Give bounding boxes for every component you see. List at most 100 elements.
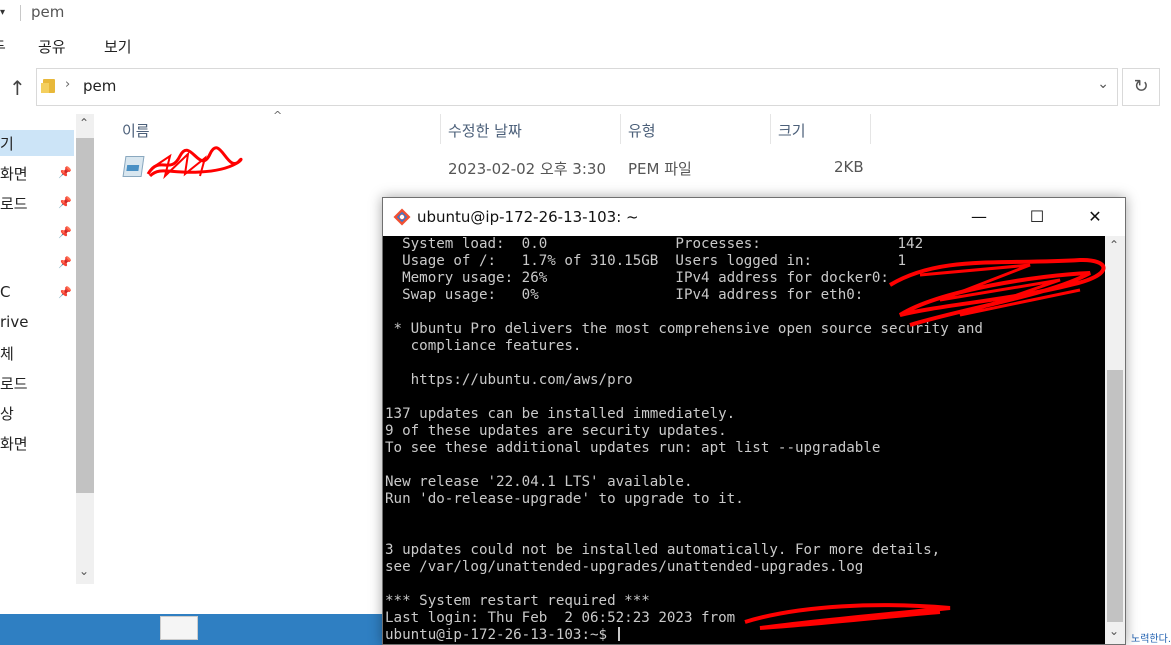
terminal-line: *** System restart required *** [385, 593, 650, 609]
window-title: pem [31, 3, 65, 21]
nav-item[interactable]: 상 [0, 400, 74, 426]
nav-item[interactable]: C 📌 [0, 280, 74, 306]
close-button[interactable]: ✕ [1073, 203, 1117, 231]
explorer-title-bar: ▾ pem [0, 0, 1171, 28]
scroll-down-icon[interactable]: ⌄ [1109, 624, 1119, 638]
terminal-line: Last login: Thu Feb 2 06:52:23 2023 from [385, 610, 736, 626]
column-type[interactable]: 유형 [628, 120, 656, 141]
pin-icon: 📌 [58, 226, 72, 239]
pin-icon: 📌 [58, 166, 72, 179]
nav-item-label: 상 [0, 405, 14, 423]
terminal-line: Memory usage: 26% IPv4 address for docke… [385, 270, 889, 286]
terminal-window[interactable]: ubuntu@ip-172-26-13-103: ~ — ☐ ✕ System … [382, 197, 1126, 645]
up-arrow-icon[interactable]: ↑ [9, 76, 26, 100]
file-size: 2KB [834, 158, 864, 176]
address-dropdown-icon[interactable]: ⌄ [1097, 76, 1109, 92]
text-cursor [617, 627, 620, 641]
address-bar[interactable]: › pem ⌄ [36, 68, 1118, 106]
scroll-up-icon[interactable]: ⌃ [1109, 238, 1119, 252]
file-type: PEM 파일 [628, 160, 692, 178]
navigation-pane: 기 화면 📌 로드 📌 📌 📌 C 📌 rive 체 로드 상 화면 [0, 114, 76, 614]
pin-icon: 📌 [58, 196, 72, 209]
nav-item[interactable]: rive [0, 310, 74, 336]
column-divider[interactable] [440, 114, 441, 144]
terminal-line: System load: 0.0 Processes: 142 [385, 236, 924, 252]
terminal-line: https://ubuntu.com/aws/pro [385, 372, 633, 388]
terminal-line: Swap usage: 0% IPv4 address for eth0: [385, 287, 864, 303]
address-row: ↑ › pem ⌄ ↻ [0, 62, 1171, 114]
terminal-line: 9 of these updates are security updates. [385, 423, 727, 439]
nav-item-label: 로드 [0, 375, 28, 393]
nav-item[interactable]: 화면 📌 [0, 160, 74, 186]
file-list-header: ^ 이름 수정한 날짜 유형 크기 [100, 109, 1171, 144]
column-divider[interactable] [620, 114, 621, 144]
terminal-prompt[interactable]: ubuntu@ip-172-26-13-103:~$ [385, 627, 983, 644]
refresh-icon: ↻ [1133, 76, 1149, 97]
title-separator [20, 5, 21, 21]
terminal-line: 3 updates could not be installed automat… [385, 542, 941, 558]
terminal-line: * Ubuntu Pro delivers the most comprehen… [385, 321, 983, 337]
folder-icon [41, 79, 55, 93]
nav-item-label: 로드 [0, 195, 28, 213]
column-divider[interactable] [770, 114, 771, 144]
nav-item-label: 체 [0, 345, 14, 363]
quick-access-dropdown-icon[interactable]: ▾ [0, 7, 5, 18]
file-row[interactable]: 2023-02-02 오후 3:30 PEM 파일 2KB [100, 152, 1171, 182]
nav-item[interactable]: 체 [0, 340, 74, 366]
prompt-text: ubuntu@ip-172-26-13-103:~$ [385, 627, 616, 643]
column-divider[interactable] [870, 114, 871, 144]
nav-item[interactable]: 📌 [0, 250, 74, 276]
ribbon-tab-view[interactable]: 보기 [104, 36, 132, 57]
nav-item-label: 기 [0, 135, 14, 153]
nav-item[interactable]: 📌 [0, 220, 74, 246]
nav-item[interactable]: 화면 [0, 430, 74, 456]
terminal-title-bar[interactable]: ubuntu@ip-172-26-13-103: ~ — ☐ ✕ [383, 198, 1125, 236]
ribbon-tabs: 두 공유 보기 [0, 28, 1171, 63]
sort-ascending-icon: ^ [273, 109, 283, 122]
terminal-scroll-thumb[interactable] [1107, 370, 1123, 622]
file-date: 2023-02-02 오후 3:30 [448, 160, 606, 178]
terminal-line: Run 'do-release-upgrade' to upgrade to i… [385, 491, 744, 507]
column-size[interactable]: 크기 [778, 120, 806, 141]
minimize-button[interactable]: — [957, 203, 1001, 231]
scroll-down-icon[interactable]: ⌄ [79, 564, 89, 578]
pem-file-icon [122, 156, 145, 177]
pin-icon: 📌 [58, 256, 72, 269]
ribbon-tab-share[interactable]: 공유 [38, 36, 66, 57]
breadcrumb-chevron-icon[interactable]: › [65, 77, 70, 92]
nav-item-label: rive [0, 313, 29, 331]
nav-item[interactable]: 로드 📌 [0, 190, 74, 216]
pin-icon: 📌 [58, 286, 72, 299]
ribbon-tab-home[interactable]: 두 [0, 36, 6, 57]
column-name[interactable]: 이름 [122, 120, 150, 141]
terminal-line: compliance features. [385, 338, 582, 354]
maximize-button[interactable]: ☐ [1015, 203, 1059, 231]
terminal-line: To see these additional updates run: apt… [385, 440, 881, 456]
nav-item[interactable]: 로드 [0, 370, 74, 396]
nav-item-label: C [0, 283, 11, 301]
terminal-lines: System load: 0.0 Processes: 142 Usage of… [385, 236, 983, 644]
terminal-title: ubuntu@ip-172-26-13-103: ~ [417, 208, 639, 226]
terminal-line: Usage of /: 1.7% of 310.15GB Users logge… [385, 253, 907, 269]
desktop-file-icon[interactable] [160, 616, 198, 640]
nav-item-label: 화면 [0, 435, 28, 453]
scroll-up-icon[interactable]: ⌃ [79, 116, 89, 130]
refresh-button[interactable]: ↻ [1122, 68, 1160, 106]
terminal-scrollbar[interactable]: ⌃ ⌄ [1105, 236, 1125, 644]
column-date[interactable]: 수정한 날짜 [448, 120, 522, 141]
nav-scroll-thumb[interactable] [76, 138, 94, 493]
nav-scrollbar[interactable]: ⌃ ⌄ [76, 114, 94, 584]
desktop-corner-text: 노력한다. [1126, 614, 1171, 645]
terminal-output[interactable]: System load: 0.0 Processes: 142 Usage of… [383, 236, 1105, 644]
breadcrumb-path[interactable]: pem [83, 77, 116, 95]
nav-item[interactable]: 기 [0, 130, 74, 156]
terminal-line: 137 updates can be installed immediately… [385, 406, 736, 422]
terminal-line: New release '22.04.1 LTS' available. [385, 474, 693, 490]
git-bash-logo-icon [393, 208, 411, 226]
